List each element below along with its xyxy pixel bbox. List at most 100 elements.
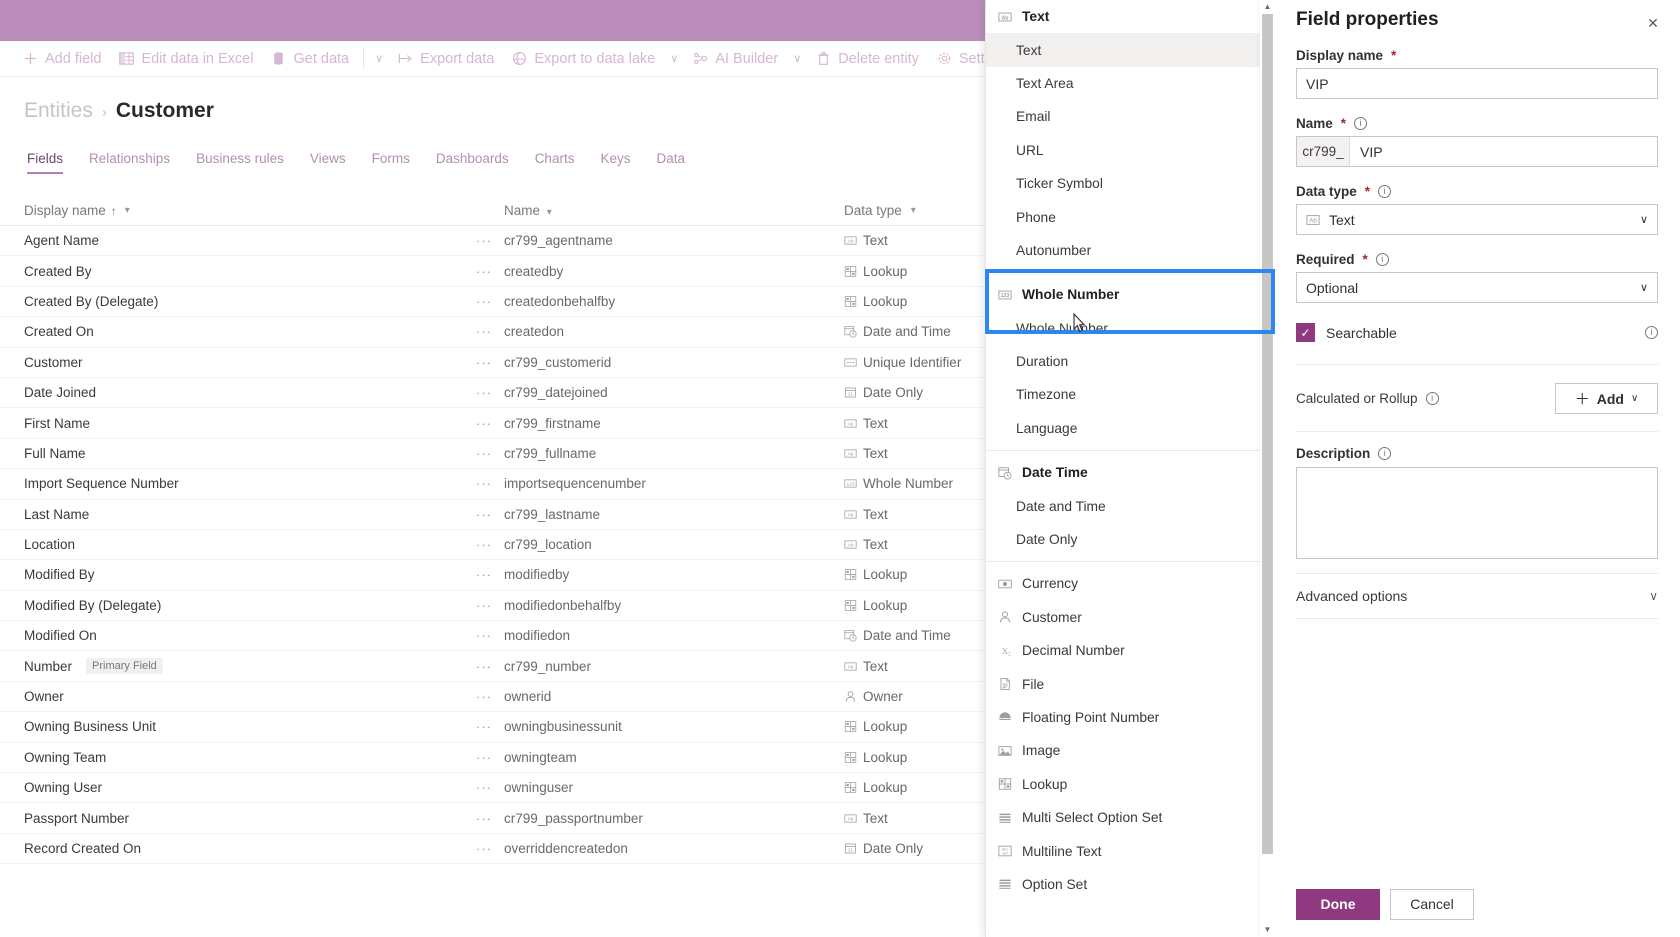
row-more-options-button[interactable]: ··· [464, 355, 504, 370]
menu-item-timezone[interactable]: Timezone [986, 378, 1275, 411]
menu-item-option-set[interactable]: Option Set [986, 868, 1275, 901]
cell-display-name[interactable]: Modified By [24, 567, 464, 582]
command-export-to-data-lake[interactable]: Export to data lake [503, 41, 664, 77]
info-icon[interactable]: i [1354, 117, 1368, 130]
row-more-options-button[interactable]: ··· [464, 233, 504, 248]
menu-scroll-down-icon[interactable]: ▼ [1260, 923, 1275, 937]
table-row[interactable]: Agent Name ··· cr799_agentname Ab Text [0, 226, 1058, 257]
command-edit-data-in-excel[interactable]: Edit data in Excel [110, 41, 262, 77]
info-icon[interactable]: i [1378, 185, 1392, 198]
advanced-options-toggle[interactable]: Advanced options ∨ [1296, 573, 1658, 619]
table-row[interactable]: Modified By ··· modifiedby Lookup [0, 560, 1058, 591]
chevron-down-icon[interactable]: ∨ [369, 41, 389, 77]
searchable-row[interactable]: ✓ Searchable i [1296, 323, 1658, 342]
table-row[interactable]: Owning User ··· owninguser Lookup [0, 773, 1058, 804]
cell-display-name[interactable]: Record Created On [24, 841, 464, 856]
cell-display-name[interactable]: Created By (Delegate) [24, 294, 464, 309]
menu-item-currency[interactable]: Currency [986, 567, 1275, 600]
info-icon[interactable]: i [1378, 447, 1392, 460]
data-type-dropdown-menu[interactable]: Ab Text Text Text Area Email URL Ticker Symbol… [985, 0, 1275, 937]
row-more-options-button[interactable]: ··· [464, 780, 504, 795]
table-row[interactable]: Customer ··· cr799_customerid Unique Identi… [0, 348, 1058, 378]
row-more-options-button[interactable]: ··· [464, 264, 504, 279]
menu-scroll-up-icon[interactable]: ▲ [1260, 0, 1275, 14]
menu-item-image[interactable]: Image [986, 734, 1275, 767]
chevron-down-icon[interactable]: ∨ [1640, 213, 1648, 226]
table-row[interactable]: Date Joined ··· cr799_datejoined 21 Date Onl… [0, 378, 1058, 409]
table-row[interactable]: Passport Number ··· cr799_passportnumber Ab… [0, 803, 1058, 834]
menu-item-decimal-number[interactable]: X 2 Decimal Number [986, 634, 1275, 667]
cell-display-name[interactable]: Import Sequence Number [24, 476, 464, 491]
row-more-options-button[interactable]: ··· [464, 750, 504, 765]
menu-group-date-time[interactable]: Date Time [986, 456, 1275, 489]
table-row[interactable]: Modified By (Delegate) ··· modifiedonbehal… [0, 591, 1058, 622]
row-more-options-button[interactable]: ··· [464, 324, 504, 339]
menu-item-autonumber[interactable]: Autonumber [986, 234, 1275, 267]
menu-group-whole-number[interactable]: 123 Whole Number [986, 278, 1275, 311]
command-add-field[interactable]: Add field [14, 41, 110, 77]
row-more-options-button[interactable]: ··· [464, 567, 504, 582]
data-type-select[interactable]: Ab Text ∨ [1296, 204, 1658, 235]
table-row[interactable]: Owning Business Unit ··· owningbusinessuni… [0, 712, 1058, 743]
row-more-options-button[interactable]: ··· [464, 841, 504, 856]
cell-display-name[interactable]: Created On [24, 324, 464, 339]
menu-item-date-only[interactable]: Date Only [986, 523, 1275, 556]
row-more-options-button[interactable]: ··· [464, 385, 504, 400]
menu-item-phone[interactable]: Phone [986, 200, 1275, 233]
tab-forms[interactable]: Forms [359, 151, 423, 174]
cell-display-name[interactable]: Owning User [24, 780, 464, 795]
row-more-options-button[interactable]: ··· [464, 719, 504, 734]
cell-display-name[interactable]: Modified On [24, 628, 464, 643]
tab-views[interactable]: Views [297, 151, 359, 174]
row-more-options-button[interactable]: ··· [464, 598, 504, 613]
tab-keys[interactable]: Keys [587, 151, 643, 174]
table-row[interactable]: First Name ··· cr799_firstname Ab Text [0, 408, 1058, 439]
row-more-options-button[interactable]: ··· [464, 507, 504, 522]
table-row[interactable]: Owning Team ··· owningteam Lookup [0, 743, 1058, 774]
table-row[interactable]: Modified On ··· modifiedon Date and Time [0, 621, 1058, 652]
menu-item-text[interactable]: Text [986, 33, 1275, 67]
menu-item-date-and-time[interactable]: Date and Time [986, 489, 1275, 522]
cell-display-name[interactable]: Customer [24, 355, 464, 370]
row-more-options-button[interactable]: ··· [464, 659, 504, 674]
cell-display-name[interactable]: Modified By (Delegate) [24, 598, 464, 613]
menu-item-duration[interactable]: Duration [986, 345, 1275, 378]
cell-display-name[interactable]: Full Name [24, 446, 464, 461]
row-more-options-button[interactable]: ··· [464, 294, 504, 309]
chevron-down-icon[interactable]: ∨ [1640, 281, 1648, 294]
row-more-options-button[interactable]: ··· [464, 416, 504, 431]
required-select[interactable]: Optional ∨ [1296, 272, 1658, 303]
menu-scrollbar-thumb[interactable] [1262, 14, 1273, 854]
table-row[interactable]: Last Name ··· cr799_lastname Ab Text [0, 500, 1058, 530]
column-header-display-name[interactable]: Display name ↑ ▾ [24, 203, 464, 218]
breadcrumb-entities-link[interactable]: Entities [24, 99, 93, 123]
name-input[interactable]: VIP [1350, 137, 1657, 166]
command-export-data[interactable]: Export data [389, 41, 503, 77]
table-row[interactable]: Import Sequence Number ··· importsequencen… [0, 469, 1058, 500]
chevron-down-icon[interactable]: ▾ [911, 205, 916, 216]
chevron-down-icon[interactable]: ∨ [664, 41, 684, 77]
done-button[interactable]: Done [1296, 888, 1380, 920]
table-row[interactable]: Full Name ··· cr799_fullname Ab Text [0, 439, 1058, 470]
chevron-down-icon[interactable]: ▾ [125, 205, 130, 216]
tab-charts[interactable]: Charts [522, 151, 588, 174]
info-icon[interactable]: i [1645, 326, 1658, 339]
row-more-options-button[interactable]: ··· [464, 628, 504, 643]
row-more-options-button[interactable]: ··· [464, 537, 504, 552]
menu-item-whole-number[interactable]: Whole Number [986, 312, 1275, 345]
menu-item-lookup[interactable]: Lookup [986, 768, 1275, 801]
row-more-options-button[interactable]: ··· [464, 446, 504, 461]
searchable-checkbox[interactable]: ✓ [1296, 323, 1315, 342]
menu-item-url[interactable]: URL [986, 134, 1275, 167]
menu-scrollbar[interactable]: ▲ ▼ [1260, 0, 1275, 937]
table-row[interactable]: Created On ··· createdon Date and Time [0, 317, 1058, 348]
menu-item-email[interactable]: Email [986, 100, 1275, 133]
table-row[interactable]: Owner ··· ownerid Owner [0, 682, 1058, 713]
table-row[interactable]: Created By ··· createdby Lookup [0, 256, 1058, 287]
cell-display-name[interactable]: Agent Name [24, 233, 464, 248]
display-name-input[interactable]: VIP [1296, 68, 1658, 99]
table-row[interactable]: Number Primary Field ··· cr799_number Ab Text [0, 651, 1058, 682]
info-icon[interactable]: i [1375, 253, 1389, 266]
tab-relationships[interactable]: Relationships [76, 151, 183, 174]
command-get-data[interactable]: Get data [262, 41, 358, 77]
